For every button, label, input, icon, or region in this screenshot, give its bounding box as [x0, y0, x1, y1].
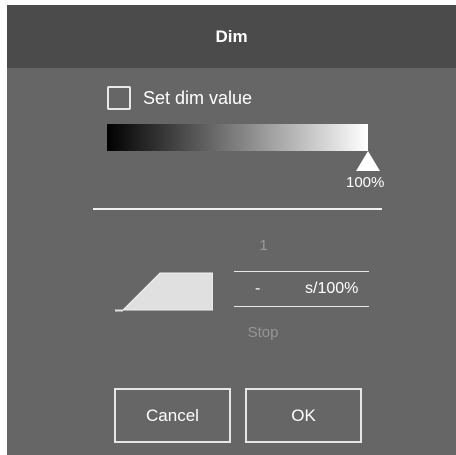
divider	[93, 208, 382, 210]
fade-field-bottom-line	[234, 306, 369, 307]
set-dim-label[interactable]: Set dim value	[143, 88, 252, 109]
fade-field-top-line	[234, 271, 369, 272]
dialog-title: Dim	[215, 26, 248, 46]
fade-ramp-icon	[115, 272, 213, 312]
set-dim-row[interactable]: Set dim value	[107, 84, 252, 112]
dim-gradient-slider[interactable]	[107, 124, 368, 151]
triangle-up-icon[interactable]	[356, 151, 380, 171]
dialog-titlebar: Dim	[7, 5, 456, 68]
fade-time-value: 1	[259, 237, 268, 254]
stop-label: Stop	[247, 324, 279, 341]
dim-percent-value: 100%	[346, 174, 385, 191]
dim-dialog: Dim Set dim value 100% 1 - s/100% Stop C…	[7, 5, 456, 455]
set-dim-checkbox[interactable]	[107, 86, 131, 110]
cancel-button[interactable]: Cancel	[114, 388, 231, 443]
fade-unit-label: s/100%	[305, 280, 359, 297]
ok-button[interactable]: OK	[245, 388, 362, 443]
fade-time-input[interactable]: -	[255, 280, 260, 298]
